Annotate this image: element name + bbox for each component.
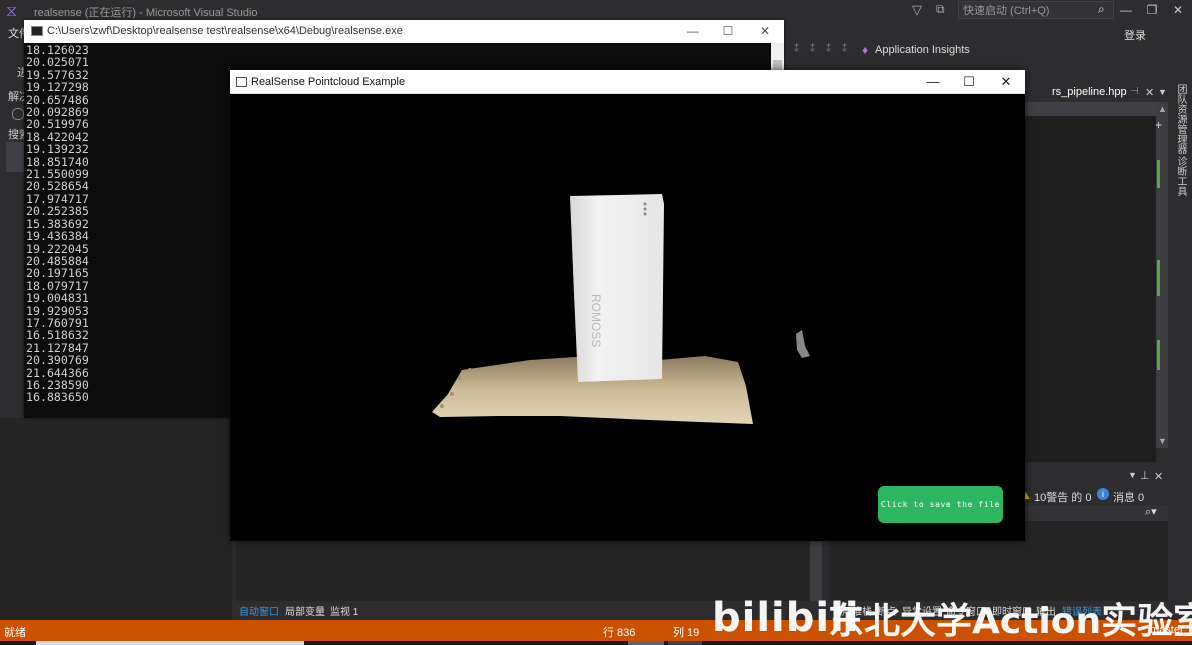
toolbar-step-icon[interactable]: ⁑ bbox=[794, 44, 799, 55]
console-output: 18.126023 20.025071 19.577632 19.127298 20.6… bbox=[26, 44, 226, 404]
console-line: 20.519976 bbox=[26, 117, 89, 132]
vs-window-title: realsense (正在运行) - Microsoft Visual Stud… bbox=[34, 7, 258, 19]
search-icon[interactable]: ⌕ bbox=[1098, 2, 1105, 17]
autos-scrollbar[interactable] bbox=[810, 541, 822, 601]
pointcloud-window-title: RealSense Pointcloud Example bbox=[251, 76, 406, 88]
console-line: 20.197165 bbox=[26, 266, 89, 281]
console-line: 20.025071 bbox=[26, 55, 89, 70]
power-bank-object bbox=[570, 194, 664, 382]
close-icon[interactable]: ✕ bbox=[1168, 3, 1188, 17]
led-dot bbox=[643, 202, 647, 206]
application-insights-button[interactable]: Application Insights bbox=[875, 44, 970, 56]
console-line: 19.004831 bbox=[26, 291, 89, 306]
object-brand-label: ROMOSS bbox=[589, 294, 603, 347]
status-text: 就绪 bbox=[4, 627, 26, 639]
tab-locals[interactable]: 局部变量 bbox=[285, 603, 325, 618]
close-icon[interactable]: ✕ bbox=[1145, 86, 1154, 99]
maximize-icon[interactable]: ☐ bbox=[957, 74, 981, 90]
console-app-icon bbox=[31, 26, 43, 36]
watermark-text: 东北大学Action实验室 bbox=[828, 601, 1192, 642]
maximize-icon[interactable]: ☐ bbox=[718, 24, 738, 38]
status-circle-icon bbox=[12, 108, 24, 120]
taskbar-item[interactable] bbox=[668, 641, 702, 645]
noise-points bbox=[796, 330, 810, 358]
noise-points bbox=[458, 376, 462, 380]
console-line: 20.390769 bbox=[26, 353, 89, 368]
tab-watch[interactable]: 监视 1 bbox=[330, 603, 358, 618]
code-editor[interactable] bbox=[1024, 102, 1156, 462]
chevron-down-icon[interactable]: ▼ bbox=[1158, 87, 1167, 97]
toolbar-step-icon[interactable]: ⁑ bbox=[810, 44, 815, 55]
change-marker bbox=[1157, 160, 1160, 188]
noise-points bbox=[468, 368, 472, 372]
console-line: 16.518632 bbox=[26, 328, 89, 343]
console-line: 20.252385 bbox=[26, 204, 89, 219]
quick-launch-input[interactable]: 快速启动 (Ctrl+Q) bbox=[958, 1, 1114, 19]
pin-icon[interactable]: ⊣ bbox=[1130, 86, 1139, 97]
noise-points bbox=[450, 392, 454, 396]
change-marker bbox=[1157, 340, 1160, 370]
remote-debug-icon[interactable]: ⧉ bbox=[936, 2, 945, 17]
minimize-icon[interactable]: — bbox=[683, 24, 703, 38]
restore-icon[interactable]: ❐ bbox=[1142, 3, 1162, 17]
save-file-button[interactable]: Click to save the file bbox=[878, 486, 1003, 523]
status-line-number: 行 836 bbox=[603, 627, 636, 639]
search-icon[interactable]: ⌕▾ bbox=[1145, 505, 1157, 519]
noise-points bbox=[440, 404, 444, 408]
pointcloud-app-icon bbox=[236, 77, 247, 87]
tab-diagnostic-tools[interactable]: 诊断工具 bbox=[1173, 156, 1188, 196]
console-line: 16.883650 bbox=[26, 390, 89, 405]
warnings-filter[interactable]: 10警告 的 0 bbox=[1034, 489, 1091, 505]
editor-nav-bar bbox=[1024, 102, 1156, 116]
close-icon[interactable]: ✕ bbox=[994, 74, 1018, 90]
side-panel bbox=[6, 142, 24, 172]
console-line: 19.139232 bbox=[26, 142, 89, 157]
chevron-down-icon[interactable]: ▼ bbox=[1158, 436, 1167, 446]
console-line: 19.127298 bbox=[26, 80, 89, 95]
filter-icon[interactable]: ▽ bbox=[912, 2, 922, 18]
taskbar-item[interactable] bbox=[628, 641, 664, 645]
close-icon[interactable]: ✕ bbox=[755, 24, 775, 38]
chevron-down-icon[interactable]: ▼ bbox=[1128, 470, 1137, 480]
left-panel-body bbox=[0, 418, 232, 620]
tab-autos[interactable]: 自动窗口 bbox=[239, 603, 279, 618]
console-window-title: C:\Users\zwf\Desktop\realsense test\real… bbox=[47, 25, 403, 37]
autos-window-body bbox=[236, 541, 810, 601]
visual-studio-logo-icon: ⧖ bbox=[6, 3, 18, 20]
change-marker bbox=[1157, 260, 1160, 296]
tab-label[interactable]: rs_pipeline.hpp bbox=[1052, 86, 1127, 98]
status-column-number: 列 19 bbox=[673, 627, 700, 639]
close-icon[interactable]: ✕ bbox=[1154, 470, 1163, 483]
taskbar-item[interactable] bbox=[36, 641, 304, 645]
pin-icon[interactable]: ⊥ bbox=[1140, 469, 1150, 482]
login-link[interactable]: 登录 bbox=[1124, 27, 1146, 43]
application-insights-icon[interactable]: ♦ bbox=[862, 43, 868, 57]
split-icon[interactable]: + bbox=[1155, 118, 1162, 132]
led-dot bbox=[643, 212, 647, 216]
toolbar-step-icon[interactable]: ⁑ bbox=[826, 44, 831, 55]
console-line: 19.436384 bbox=[26, 229, 89, 244]
chevron-up-icon[interactable]: ▲ bbox=[1158, 104, 1167, 114]
minimize-icon[interactable]: — bbox=[921, 74, 945, 89]
info-icon[interactable]: i bbox=[1097, 488, 1109, 500]
messages-filter[interactable]: 消息 0 bbox=[1113, 489, 1144, 505]
console-line: 20.528654 bbox=[26, 179, 89, 194]
pointcloud-render[interactable]: ROMOSS bbox=[230, 94, 1025, 541]
led-dot bbox=[643, 207, 647, 211]
minimize-icon[interactable]: — bbox=[1116, 3, 1136, 17]
toolbar-dropdown-icon[interactable]: ⁑ bbox=[842, 44, 847, 55]
tab-team-explorer[interactable]: 团队资源管理器 bbox=[1173, 84, 1188, 154]
